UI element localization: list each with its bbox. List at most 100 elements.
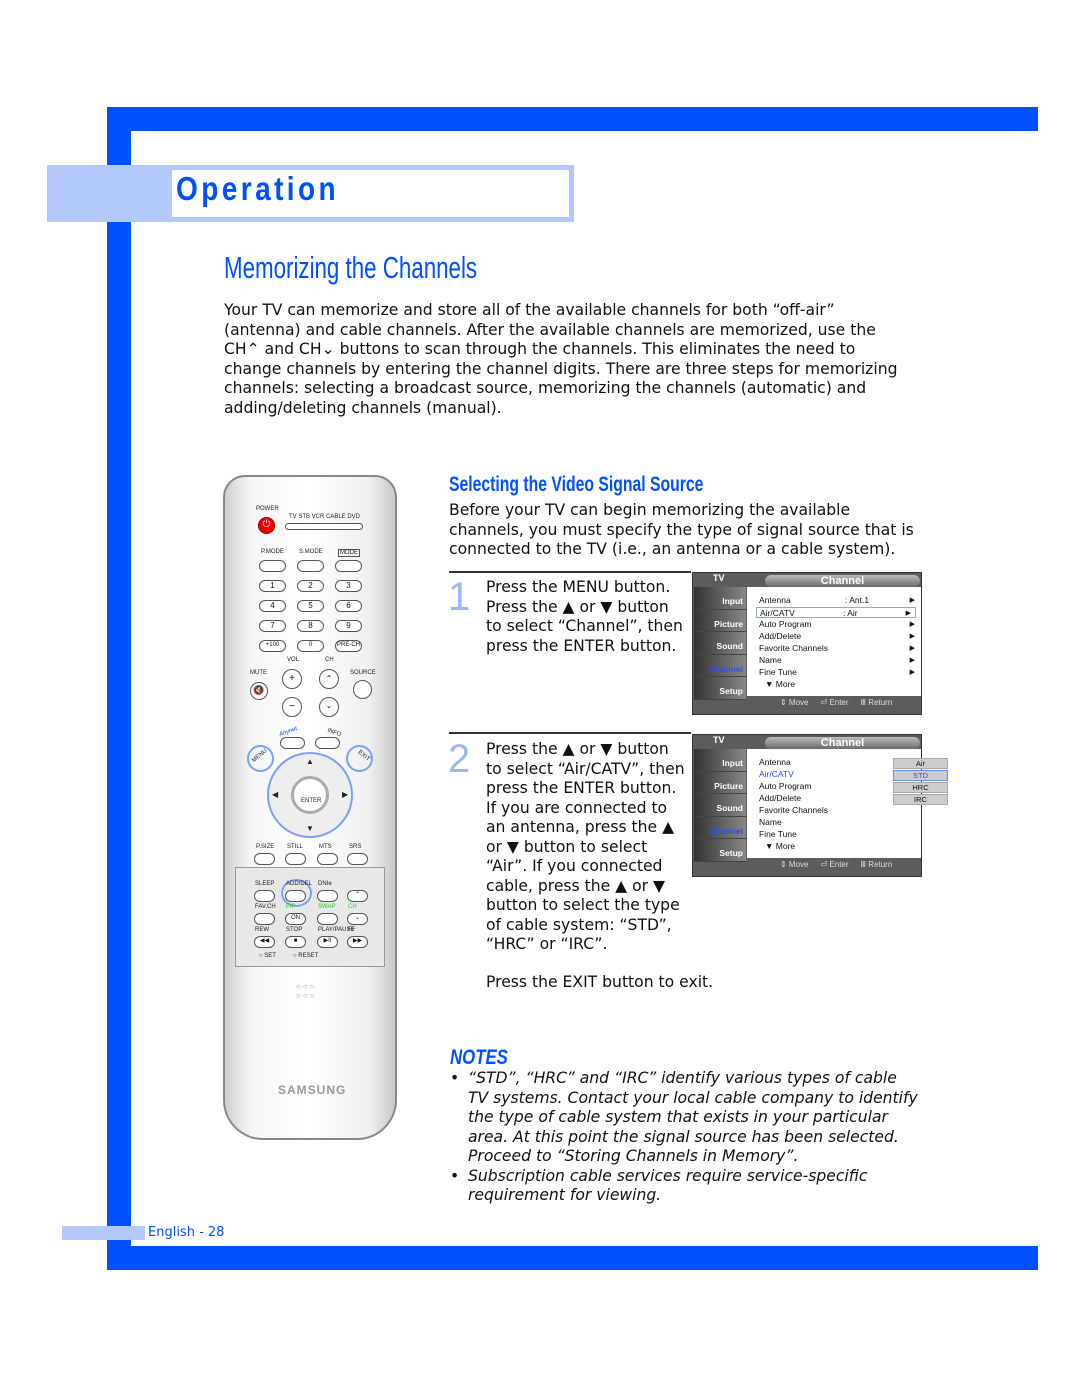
remote-label: FAV.CH	[255, 904, 276, 910]
osd-item-name: Name	[759, 817, 782, 827]
remote-label: FF	[348, 927, 356, 933]
remote-label: STOP	[286, 927, 303, 933]
remote-button	[347, 853, 368, 865]
remote-label: SRS	[349, 844, 362, 850]
remote-label: SLEEP	[255, 881, 275, 887]
remote-button: ⌄	[347, 913, 368, 925]
osd-item-name: Name ▶	[759, 655, 915, 665]
frame-top	[107, 107, 1038, 131]
osd-option-irc: IRC	[893, 794, 948, 805]
osd-item-fine-tune: Fine Tune ▶	[759, 667, 915, 677]
osd-item-favorite: Favorite Channels ▶	[759, 643, 915, 653]
osd-side-input: Input	[694, 587, 746, 610]
step1-text: Press the MENU button. Press the ▲ or ▼ …	[486, 578, 683, 655]
osd-return: Ⅲ Return	[860, 698, 893, 707]
source-button	[353, 680, 372, 699]
step1-rule	[449, 571, 691, 573]
remote-button	[285, 853, 306, 865]
osd-item-more: ▼ More	[765, 679, 796, 689]
remote-label: MTS	[319, 844, 332, 850]
info-button	[315, 737, 340, 749]
osd-move: ⇕ Move	[780, 860, 809, 869]
remote-button	[317, 913, 338, 925]
up-arrow-icon: ▲	[306, 757, 314, 766]
remote-label: REW	[255, 927, 269, 933]
exit-text: Press the EXIT button to exit.	[486, 973, 714, 991]
pmode-label: P.MODE	[261, 549, 284, 555]
step-number: 2	[448, 737, 471, 781]
remote-button	[254, 890, 275, 902]
reset-label: ○ RESET	[293, 953, 319, 959]
osd-return: Ⅲ Return	[860, 860, 893, 869]
remote-label: CH	[348, 904, 357, 910]
digit-button: 2	[297, 580, 324, 592]
ch-down-icon: ⌄	[319, 697, 339, 717]
remote-label: PIP	[286, 904, 296, 910]
osd-title: Channel	[765, 575, 920, 587]
step2-rule	[449, 732, 691, 734]
digit-button: 1	[259, 580, 286, 592]
osd-channel-menu-2: TV Channel Input Picture Sound Channel S…	[692, 734, 948, 877]
power-label: POWER	[256, 506, 279, 512]
osd-side-setup: Setup	[694, 839, 746, 862]
step2-text: Press the ▲ or ▼ button to select “Air/C…	[486, 740, 685, 953]
digit-button: 5	[297, 600, 324, 612]
remote-label: DNIe	[318, 881, 332, 887]
power-icon: ⏻	[258, 517, 275, 534]
digit-button: 3	[335, 580, 362, 592]
remote-button: ▶II	[317, 936, 338, 948]
frame-bottom	[107, 1246, 1038, 1270]
osd-side-channel: Channel	[694, 654, 746, 677]
samsung-logo: SAMSUNG	[278, 1083, 347, 1097]
osd-item-aircatv: Air/CATV: Air ▶	[756, 607, 916, 618]
note-item: “STD”, “HRC” and “IRC” identify various …	[450, 1069, 920, 1167]
remote-button	[317, 853, 338, 865]
remote-button: ■	[285, 936, 306, 948]
osd-side-input: Input	[694, 749, 746, 772]
remote-button: ON	[285, 913, 306, 925]
remote-label: STILL	[287, 844, 304, 850]
digit-button: 8	[297, 620, 324, 632]
remote-label: SWAP	[318, 904, 336, 910]
osd-item-antenna: Antenna: Ant.1 ▶	[759, 595, 915, 605]
enter-button: ENTER	[291, 776, 329, 814]
remote-button	[317, 890, 338, 902]
section-title: Operation	[176, 170, 340, 207]
footer-bar	[62, 1226, 145, 1240]
ch-label: CH	[325, 657, 334, 663]
subsection-title: Selecting the Video Signal Source	[449, 473, 704, 496]
vol-up-icon: +	[282, 669, 302, 689]
mode-button	[335, 560, 362, 572]
digit-button: 0	[297, 640, 324, 652]
set-label: ○ SET	[259, 953, 276, 959]
remote-control: POWER ⏻ TV STB VCR CABLE DVD P.MODE S.MO…	[223, 475, 397, 1140]
osd-side-sound: Sound	[694, 632, 746, 655]
osd-side-channel: Channel	[694, 816, 746, 839]
remote-button	[254, 853, 275, 865]
digit-button: PRE-CH	[335, 640, 362, 652]
mute-icon: 🔇	[250, 682, 268, 700]
remote-button	[285, 890, 306, 902]
smode-button	[297, 560, 324, 572]
osd-item-fine-tune: Fine Tune	[759, 829, 797, 839]
step-number: 1	[448, 575, 471, 619]
mute-label: MUTE	[250, 670, 267, 676]
osd-item-more: ▼ More	[765, 841, 796, 851]
indicator-dots: ○○○ ○○○	[296, 982, 317, 1000]
osd-option-hrc: HRC	[893, 782, 948, 793]
osd-item-add-delete: Add/Delete ▶	[759, 631, 915, 641]
osd-item-auto-program: Auto Program ▶	[759, 619, 915, 629]
right-arrow-icon: ▶	[342, 790, 349, 799]
left-arrow-icon: ◀	[272, 790, 279, 799]
mode-source-labels: TV STB VCR CABLE DVD	[289, 514, 361, 520]
digit-button: 6	[335, 600, 362, 612]
notes-list: “STD”, “HRC” and “IRC” identify various …	[450, 1069, 920, 1206]
remote-label: P.SIZE	[256, 844, 275, 850]
osd-channel-menu-1: TV Channel Input Picture Sound Channel S…	[692, 572, 922, 715]
mode-label: MODE	[338, 549, 360, 557]
osd-enter: ⏎ Enter	[820, 860, 849, 869]
source-label: SOURCE	[350, 670, 376, 676]
page-title: Memorizing the Channels	[224, 250, 478, 285]
digit-button: 4	[259, 600, 286, 612]
mode-indicator	[285, 523, 363, 530]
